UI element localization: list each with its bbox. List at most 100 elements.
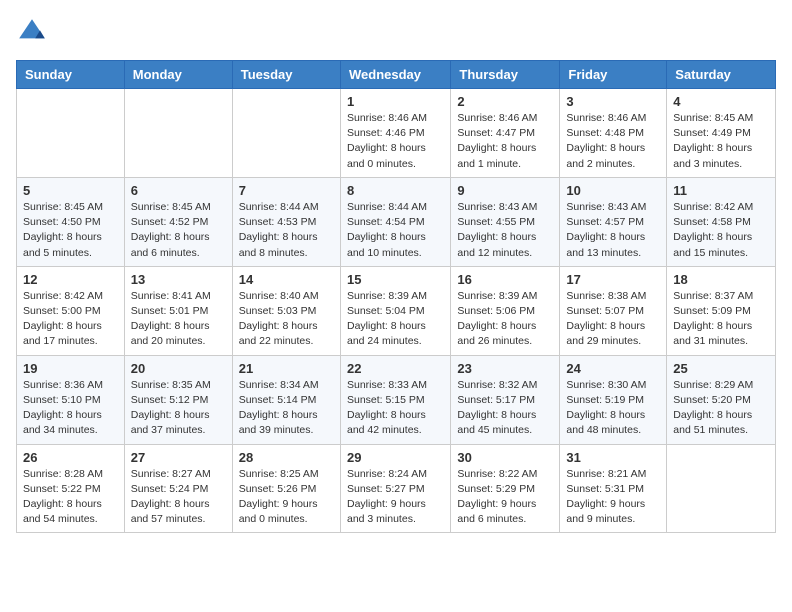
day-number: 6 bbox=[131, 183, 226, 198]
day-number: 4 bbox=[673, 94, 769, 109]
day-cell: 24 Sunrise: 8:30 AM Sunset: 5:19 PM Dayli… bbox=[560, 355, 667, 444]
day-info: Sunrise: 8:30 AM Sunset: 5:19 PM Dayligh… bbox=[566, 378, 660, 439]
day-cell: 7Sunrise: 8:44 AM Sunset: 4:53 PM Daylig… bbox=[232, 177, 340, 266]
day-info: Sunrise: 8:45 AM Sunset: 4:49 PM Dayligh… bbox=[673, 111, 769, 172]
day-info: Sunrise: 8:21 AM Sunset: 5:31 PM Dayligh… bbox=[566, 467, 660, 528]
day-number: 17 bbox=[566, 272, 660, 287]
logo-icon bbox=[16, 16, 48, 48]
day-info: Sunrise: 8:36 AM Sunset: 5:10 PM Dayligh… bbox=[23, 378, 118, 439]
day-cell: 23Sunrise: 8:32 AM Sunset: 5:17 PM Dayli… bbox=[451, 355, 560, 444]
day-cell: 21Sunrise: 8:34 AM Sunset: 5:14 PM Dayli… bbox=[232, 355, 340, 444]
day-info: Sunrise: 8:46 AM Sunset: 4:47 PM Dayligh… bbox=[457, 111, 553, 172]
weekday-header-friday: Friday bbox=[560, 61, 667, 89]
day-number: 18 bbox=[673, 272, 769, 287]
day-cell: 5 Sunrise: 8:45 AM Sunset: 4:50 PM Daylig… bbox=[17, 177, 125, 266]
day-cell: 1 Sunrise: 8:46 AM Sunset: 4:46 PM Daylig… bbox=[340, 89, 450, 178]
day-cell: 10 Sunrise: 8:43 AM Sunset: 4:57 PM Dayli… bbox=[560, 177, 667, 266]
day-cell: 18Sunrise: 8:37 AM Sunset: 5:09 PM Dayli… bbox=[667, 266, 776, 355]
day-number: 20 bbox=[131, 361, 226, 376]
day-info: Sunrise: 8:43 AM Sunset: 4:57 PM Dayligh… bbox=[566, 200, 660, 261]
day-number: 28 bbox=[239, 450, 334, 465]
day-cell bbox=[667, 444, 776, 533]
weekday-header-saturday: Saturday bbox=[667, 61, 776, 89]
day-info: Sunrise: 8:45 AM Sunset: 4:52 PM Dayligh… bbox=[131, 200, 226, 261]
day-cell bbox=[124, 89, 232, 178]
day-info: Sunrise: 8:28 AM Sunset: 5:22 PM Dayligh… bbox=[23, 467, 118, 528]
day-number: 16 bbox=[457, 272, 553, 287]
page-header bbox=[16, 16, 776, 48]
weekday-header-row: SundayMondayTuesdayWednesdayThursdayFrid… bbox=[17, 61, 776, 89]
day-number: 25 bbox=[673, 361, 769, 376]
day-number: 27 bbox=[131, 450, 226, 465]
logo bbox=[16, 16, 52, 48]
day-cell: 13 Sunrise: 8:41 AM Sunset: 5:01 PM Dayli… bbox=[124, 266, 232, 355]
day-cell: 31 Sunrise: 8:21 AM Sunset: 5:31 PM Dayli… bbox=[560, 444, 667, 533]
day-cell: 19 Sunrise: 8:36 AM Sunset: 5:10 PM Dayli… bbox=[17, 355, 125, 444]
day-number: 8 bbox=[347, 183, 444, 198]
day-info: Sunrise: 8:34 AM Sunset: 5:14 PM Dayligh… bbox=[239, 378, 334, 439]
day-info: Sunrise: 8:39 AM Sunset: 5:04 PM Dayligh… bbox=[347, 289, 444, 350]
weekday-header-monday: Monday bbox=[124, 61, 232, 89]
day-number: 2 bbox=[457, 94, 553, 109]
week-row-3: 12 Sunrise: 8:42 AM Sunset: 5:00 PM Dayli… bbox=[17, 266, 776, 355]
day-cell bbox=[17, 89, 125, 178]
day-info: Sunrise: 8:40 AM Sunset: 5:03 PM Dayligh… bbox=[239, 289, 334, 350]
day-cell: 15 Sunrise: 8:39 AM Sunset: 5:04 PM Dayli… bbox=[340, 266, 450, 355]
day-number: 30 bbox=[457, 450, 553, 465]
day-info: Sunrise: 8:46 AM Sunset: 4:48 PM Dayligh… bbox=[566, 111, 660, 172]
day-number: 13 bbox=[131, 272, 226, 287]
day-cell: 6 Sunrise: 8:45 AM Sunset: 4:52 PM Daylig… bbox=[124, 177, 232, 266]
day-number: 22 bbox=[347, 361, 444, 376]
day-cell: 9 Sunrise: 8:43 AM Sunset: 4:55 PM Daylig… bbox=[451, 177, 560, 266]
day-info: Sunrise: 8:44 AM Sunset: 4:53 PM Dayligh… bbox=[239, 200, 334, 261]
day-number: 29 bbox=[347, 450, 444, 465]
day-cell: 8 Sunrise: 8:44 AM Sunset: 4:54 PM Daylig… bbox=[340, 177, 450, 266]
day-cell: 22Sunrise: 8:33 AM Sunset: 5:15 PM Dayli… bbox=[340, 355, 450, 444]
day-cell bbox=[232, 89, 340, 178]
day-number: 9 bbox=[457, 183, 553, 198]
day-info: Sunrise: 8:41 AM Sunset: 5:01 PM Dayligh… bbox=[131, 289, 226, 350]
day-cell: 16 Sunrise: 8:39 AM Sunset: 5:06 PM Dayli… bbox=[451, 266, 560, 355]
weekday-header-thursday: Thursday bbox=[451, 61, 560, 89]
day-info: Sunrise: 8:46 AM Sunset: 4:46 PM Dayligh… bbox=[347, 111, 444, 172]
day-info: Sunrise: 8:27 AM Sunset: 5:24 PM Dayligh… bbox=[131, 467, 226, 528]
day-info: Sunrise: 8:35 AM Sunset: 5:12 PM Dayligh… bbox=[131, 378, 226, 439]
day-cell: 29 Sunrise: 8:24 AM Sunset: 5:27 PM Dayli… bbox=[340, 444, 450, 533]
day-number: 10 bbox=[566, 183, 660, 198]
day-cell: 25 Sunrise: 8:29 AM Sunset: 5:20 PM Dayli… bbox=[667, 355, 776, 444]
day-cell: 30 Sunrise: 8:22 AM Sunset: 5:29 PM Dayli… bbox=[451, 444, 560, 533]
day-number: 11 bbox=[673, 183, 769, 198]
day-info: Sunrise: 8:44 AM Sunset: 4:54 PM Dayligh… bbox=[347, 200, 444, 261]
day-cell: 12 Sunrise: 8:42 AM Sunset: 5:00 PM Dayli… bbox=[17, 266, 125, 355]
day-cell: 26 Sunrise: 8:28 AM Sunset: 5:22 PM Dayli… bbox=[17, 444, 125, 533]
weekday-header-sunday: Sunday bbox=[17, 61, 125, 89]
day-cell: 4 Sunrise: 8:45 AM Sunset: 4:49 PM Daylig… bbox=[667, 89, 776, 178]
day-number: 12 bbox=[23, 272, 118, 287]
day-number: 26 bbox=[23, 450, 118, 465]
week-row-5: 26 Sunrise: 8:28 AM Sunset: 5:22 PM Dayli… bbox=[17, 444, 776, 533]
day-info: Sunrise: 8:39 AM Sunset: 5:06 PM Dayligh… bbox=[457, 289, 553, 350]
calendar-table: SundayMondayTuesdayWednesdayThursdayFrid… bbox=[16, 60, 776, 533]
day-info: Sunrise: 8:43 AM Sunset: 4:55 PM Dayligh… bbox=[457, 200, 553, 261]
day-info: Sunrise: 8:42 AM Sunset: 4:58 PM Dayligh… bbox=[673, 200, 769, 261]
day-number: 14 bbox=[239, 272, 334, 287]
day-info: Sunrise: 8:29 AM Sunset: 5:20 PM Dayligh… bbox=[673, 378, 769, 439]
week-row-1: 1 Sunrise: 8:46 AM Sunset: 4:46 PM Daylig… bbox=[17, 89, 776, 178]
day-number: 3 bbox=[566, 94, 660, 109]
day-cell: 3 Sunrise: 8:46 AM Sunset: 4:48 PM Daylig… bbox=[560, 89, 667, 178]
day-number: 1 bbox=[347, 94, 444, 109]
day-cell: 20 Sunrise: 8:35 AM Sunset: 5:12 PM Dayli… bbox=[124, 355, 232, 444]
week-row-2: 5 Sunrise: 8:45 AM Sunset: 4:50 PM Daylig… bbox=[17, 177, 776, 266]
day-info: Sunrise: 8:24 AM Sunset: 5:27 PM Dayligh… bbox=[347, 467, 444, 528]
day-number: 31 bbox=[566, 450, 660, 465]
day-info: Sunrise: 8:45 AM Sunset: 4:50 PM Dayligh… bbox=[23, 200, 118, 261]
day-info: Sunrise: 8:38 AM Sunset: 5:07 PM Dayligh… bbox=[566, 289, 660, 350]
day-number: 24 bbox=[566, 361, 660, 376]
day-cell: 11 Sunrise: 8:42 AM Sunset: 4:58 PM Dayli… bbox=[667, 177, 776, 266]
day-number: 19 bbox=[23, 361, 118, 376]
day-cell: 28Sunrise: 8:25 AM Sunset: 5:26 PM Dayli… bbox=[232, 444, 340, 533]
day-number: 15 bbox=[347, 272, 444, 287]
day-info: Sunrise: 8:22 AM Sunset: 5:29 PM Dayligh… bbox=[457, 467, 553, 528]
day-info: Sunrise: 8:42 AM Sunset: 5:00 PM Dayligh… bbox=[23, 289, 118, 350]
day-number: 5 bbox=[23, 183, 118, 198]
